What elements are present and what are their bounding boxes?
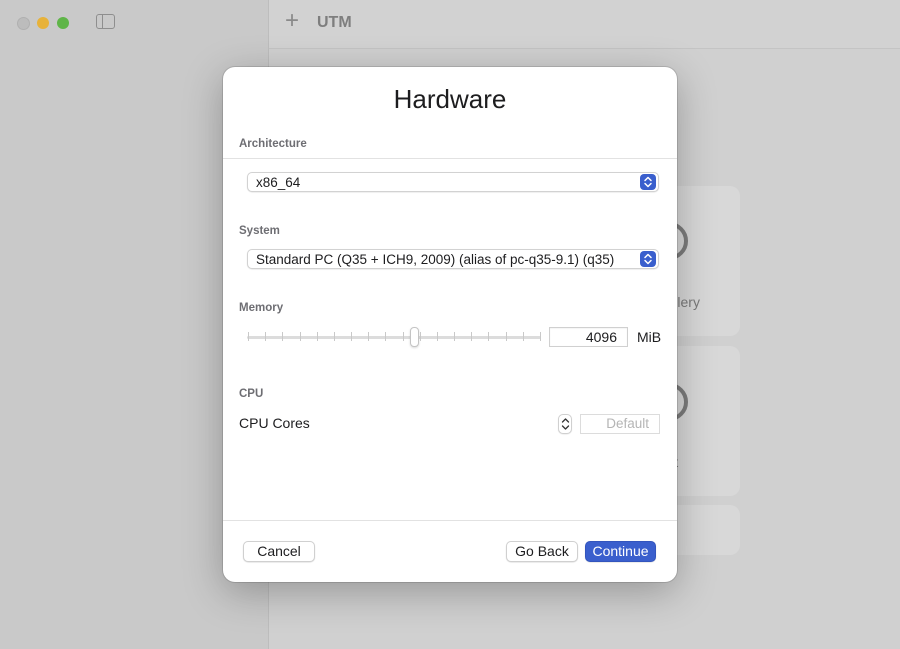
- slider-tick: [419, 332, 421, 341]
- memory-slider-knob[interactable]: [410, 327, 420, 347]
- system-select[interactable]: Standard PC (Q35 + ICH9, 2009) (alias of…: [247, 249, 659, 269]
- continue-button[interactable]: Continue: [585, 541, 656, 562]
- system-value: Standard PC (Q35 + ICH9, 2009) (alias of…: [256, 252, 615, 267]
- slider-tick: [402, 332, 404, 341]
- slider-tick: [522, 332, 524, 341]
- minimize-window-button[interactable]: [37, 17, 49, 29]
- slider-tick: [505, 332, 507, 341]
- slider-tick: [333, 332, 335, 341]
- memory-input[interactable]: 4096: [549, 327, 628, 347]
- cancel-button[interactable]: Cancel: [243, 541, 315, 562]
- architecture-select[interactable]: x86_64: [247, 172, 659, 192]
- system-label: System: [239, 225, 280, 237]
- slider-tick: [265, 332, 267, 341]
- hardware-dialog: Hardware Architecture x86_64 System Stan…: [223, 67, 677, 582]
- go-back-button[interactable]: Go Back: [506, 541, 578, 562]
- cpu-cores-stepper[interactable]: [558, 414, 572, 434]
- slider-tick: [248, 332, 249, 341]
- maximize-window-button[interactable]: [57, 17, 69, 29]
- sidebar-toggle-icon[interactable]: [96, 14, 115, 29]
- memory-slider-track[interactable]: [247, 336, 541, 339]
- chevron-up-down-icon: [640, 251, 656, 267]
- cpu-label: CPU: [239, 388, 264, 400]
- close-window-button[interactable]: [17, 17, 30, 30]
- slider-tick: [282, 332, 284, 341]
- slider-tick: [436, 332, 438, 341]
- slider-tick: [454, 332, 456, 341]
- main-toolbar: + UTM: [269, 0, 900, 49]
- slider-tick: [316, 332, 318, 341]
- slider-tick: [299, 332, 301, 341]
- architecture-value: x86_64: [256, 175, 301, 190]
- app-title: UTM: [317, 14, 352, 31]
- slider-tick: [488, 332, 490, 341]
- slider-tick: [368, 332, 370, 341]
- memory-unit: MiB: [637, 329, 662, 345]
- memory-label: Memory: [239, 302, 284, 314]
- dialog-title: Hardware: [393, 84, 507, 114]
- cpu-cores-input[interactable]: Default: [580, 414, 660, 434]
- divider: [223, 158, 677, 159]
- slider-tick: [385, 332, 387, 341]
- slider-tick: [471, 332, 473, 341]
- chevron-up-down-icon: [640, 174, 656, 190]
- slider-tick: [540, 332, 541, 341]
- architecture-label: Architecture: [239, 138, 307, 150]
- cpu-cores-label: CPU Cores: [239, 415, 310, 431]
- footer-divider: [223, 520, 677, 521]
- plus-icon[interactable]: +: [285, 9, 299, 33]
- slider-tick: [351, 332, 353, 341]
